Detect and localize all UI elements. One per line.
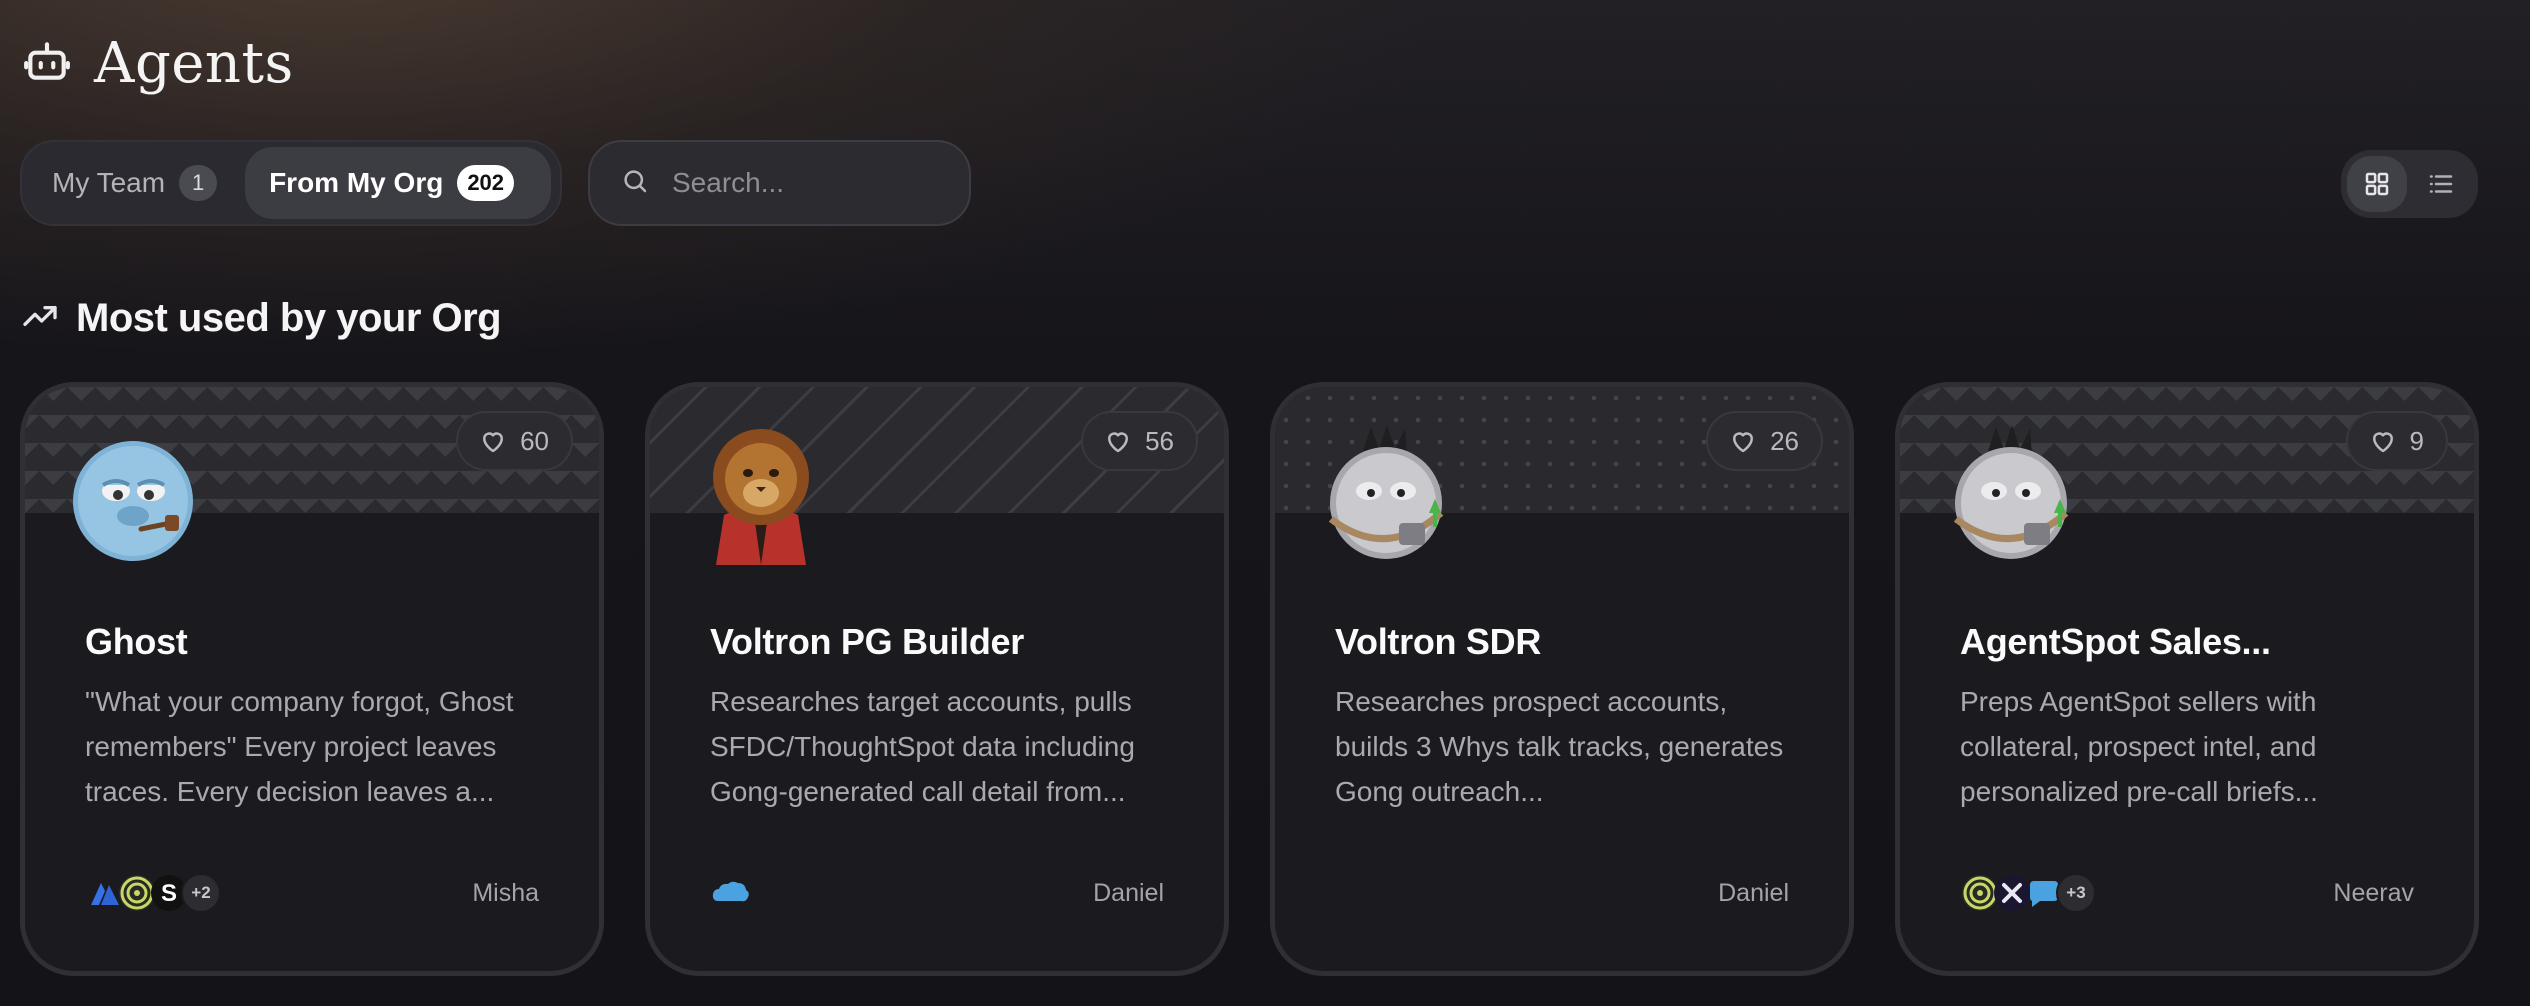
agent-avatar xyxy=(1953,425,2069,559)
agent-avatar xyxy=(73,441,193,561)
grid-view-button[interactable] xyxy=(2347,156,2407,212)
agent-description: Researches prospect accounts, builds 3 W… xyxy=(1335,686,1784,807)
card-footer: Daniel xyxy=(1335,869,1789,917)
like-count: 9 xyxy=(2409,425,2424,456)
tab-from-my-org[interactable]: From My Org 202 xyxy=(245,147,552,219)
tool-icons: +3 xyxy=(1960,873,2096,913)
card-footer: Daniel xyxy=(710,869,1164,917)
agent-card-agentspot-sales[interactable]: 9 AgentSpot Sales... Preps AgentSpot sel… xyxy=(1895,382,2479,976)
agent-owner: Daniel xyxy=(1093,878,1164,907)
page-header: Agents xyxy=(22,28,294,98)
heart-icon xyxy=(483,432,504,453)
grid-view-icon xyxy=(2365,172,2389,196)
agent-name: Voltron SDR xyxy=(1335,621,1542,662)
agent-description: Preps AgentSpot sellers with collateral,… xyxy=(1960,686,2318,807)
svg-text:S: S xyxy=(161,880,177,907)
agent-description: Researches target accounts, pulls SFDC/T… xyxy=(710,686,1135,807)
section-heading: Most used by your Org xyxy=(20,296,502,341)
like-button[interactable]: 60 xyxy=(456,411,573,471)
more-tools-badge: +3 xyxy=(2056,873,2096,913)
robot-icon xyxy=(22,36,72,91)
count-badge: 1 xyxy=(179,165,218,201)
tab-label: From My Org xyxy=(269,167,444,198)
salesforce-cloud-logo-icon xyxy=(710,873,750,913)
count-badge: 202 xyxy=(457,165,515,201)
like-button[interactable]: 9 xyxy=(2345,411,2448,471)
list-view-button[interactable] xyxy=(2411,156,2471,212)
search-input[interactable] xyxy=(672,167,922,199)
heart-icon xyxy=(1733,432,1754,453)
like-count: 56 xyxy=(1145,425,1174,456)
tool-icons: S +2 xyxy=(85,873,221,913)
search-icon xyxy=(620,166,650,201)
view-toggle xyxy=(2341,150,2478,218)
like-button[interactable]: 26 xyxy=(1706,411,1823,471)
agent-avatar xyxy=(1328,425,1444,559)
agent-card-voltron-sdr[interactable]: 26 Voltron SDR Researches prospect accou… xyxy=(1270,382,1854,976)
heart-icon xyxy=(2372,432,2393,453)
agent-name: Ghost xyxy=(85,621,188,662)
agent-name: Voltron PG Builder xyxy=(710,621,1024,662)
like-button[interactable]: 56 xyxy=(1081,411,1198,471)
list-view-icon xyxy=(2429,175,2453,193)
scope-tabs: My Team 1 From My Org 202 xyxy=(20,140,562,226)
trending-up-icon xyxy=(20,296,60,341)
agent-card-ghost[interactable]: 60 Ghost "What your company forgot, Ghos… xyxy=(20,382,604,976)
like-count: 26 xyxy=(1770,425,1799,456)
agent-owner: Daniel xyxy=(1718,878,1789,907)
card-footer: S +2 Misha xyxy=(85,869,539,917)
page-title: Agents xyxy=(94,30,294,96)
section-title: Most used by your Org xyxy=(76,296,502,340)
agent-card-voltron-pg-builder[interactable]: 56 Voltron PG Builder Researches target … xyxy=(645,382,1229,976)
agent-avatar xyxy=(713,429,809,565)
agent-description: "What your company forgot, Ghost remembe… xyxy=(85,686,514,807)
tool-icons xyxy=(710,873,749,913)
card-footer: +3 Neerav xyxy=(1960,869,2414,917)
agent-owner: Neerav xyxy=(2333,878,2414,907)
search-box[interactable] xyxy=(588,140,971,226)
more-tools-badge: +2 xyxy=(181,873,221,913)
heart-icon xyxy=(1108,432,1129,453)
agent-name: AgentSpot Sales... xyxy=(1960,621,2271,662)
tab-label: My Team xyxy=(52,167,166,198)
agent-owner: Misha xyxy=(472,878,539,907)
like-count: 60 xyxy=(520,425,549,456)
tab-my-team[interactable]: My Team 1 xyxy=(28,147,239,219)
